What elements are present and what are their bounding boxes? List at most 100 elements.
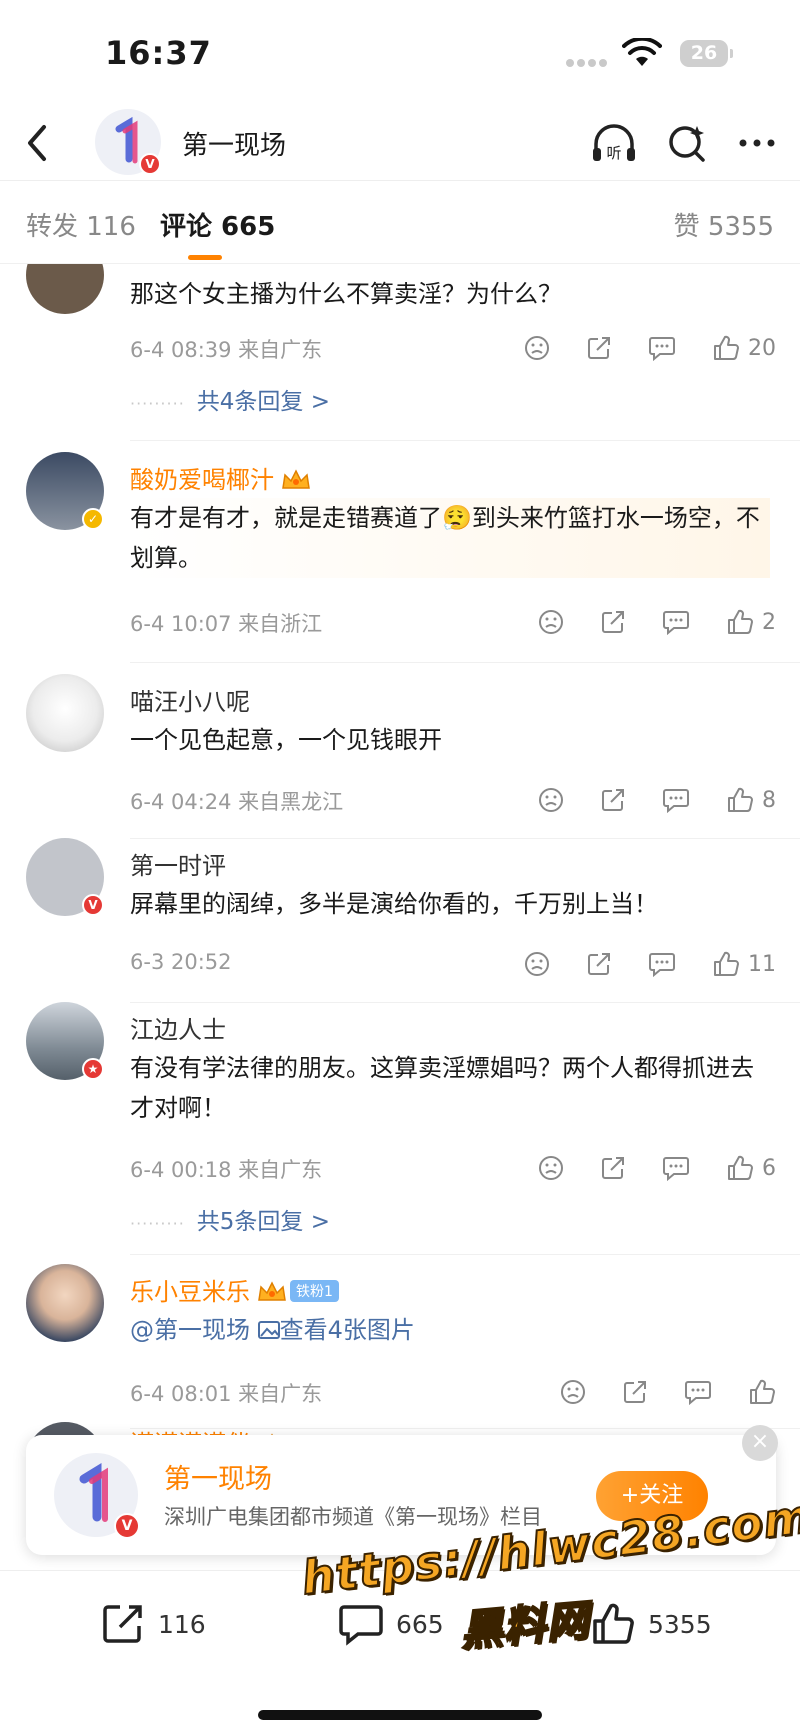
comment-button[interactable]: 665 bbox=[338, 1601, 444, 1647]
account-avatar[interactable]: V bbox=[95, 109, 161, 175]
like-count: 5355 bbox=[648, 1609, 712, 1639]
tab-indicator bbox=[188, 255, 222, 260]
verified-icon: V bbox=[82, 894, 104, 916]
repost-icon bbox=[103, 1605, 142, 1643]
more-icon[interactable] bbox=[736, 122, 778, 164]
search-icon[interactable] bbox=[666, 122, 708, 164]
share-icon bbox=[602, 611, 624, 633]
comment-text: 那这个女主播为什么不算卖淫？为什么？ bbox=[130, 280, 562, 308]
dislike-button[interactable] bbox=[524, 330, 550, 366]
like-button[interactable]: 6 bbox=[726, 1150, 776, 1186]
comment-icon bbox=[339, 1605, 383, 1646]
share-icon bbox=[602, 1157, 624, 1179]
crown-icon bbox=[258, 1281, 286, 1301]
reply-button[interactable] bbox=[662, 782, 690, 818]
home-indicator bbox=[258, 1710, 542, 1720]
banner-title: 第一现场 bbox=[164, 1464, 272, 1495]
thumbs-up-icon bbox=[728, 1155, 753, 1180]
dislike-button[interactable] bbox=[538, 604, 564, 640]
view-replies-link[interactable]: ········· 共4条回复 > bbox=[130, 382, 330, 416]
status-time: 16:37 bbox=[105, 34, 212, 72]
reply-button[interactable] bbox=[648, 946, 676, 982]
like-count: 8 bbox=[762, 787, 776, 813]
tab-repost[interactable]: 转发 116 bbox=[26, 206, 136, 243]
reply-button[interactable] bbox=[648, 330, 676, 366]
share-icon bbox=[624, 1381, 646, 1403]
user-avatar[interactable] bbox=[26, 264, 104, 314]
thumbs-up-icon bbox=[714, 951, 739, 976]
image-icon bbox=[257, 1321, 280, 1339]
dislike-face-icon bbox=[539, 610, 563, 634]
user-avatar[interactable] bbox=[26, 674, 104, 752]
banner-subtitle: 深圳广电集团都市频道《第一现场》栏目 bbox=[164, 1505, 542, 1529]
comment-meta: 6-3 20:52 bbox=[130, 950, 232, 974]
listen-icon[interactable]: 听 bbox=[590, 122, 638, 164]
username[interactable]: 酸奶爱喝椰汁 bbox=[130, 460, 312, 495]
close-banner-button[interactable]: × bbox=[742, 1425, 778, 1461]
user-avatar[interactable] bbox=[26, 1264, 104, 1342]
comment-count: 665 bbox=[396, 1609, 444, 1639]
divider bbox=[130, 1254, 800, 1255]
comment-icon bbox=[649, 337, 675, 361]
tab-comments[interactable]: 评论 665 bbox=[160, 206, 275, 243]
like-button[interactable]: 2 bbox=[726, 604, 776, 640]
reply-button[interactable] bbox=[684, 1374, 712, 1410]
view-replies-link[interactable]: ········· 共5条回复 > bbox=[130, 1202, 330, 1236]
banner-avatar[interactable]: V bbox=[54, 1453, 140, 1539]
share-button[interactable] bbox=[586, 330, 612, 366]
repost-button[interactable]: 116 bbox=[100, 1601, 206, 1647]
like-button[interactable]: 20 bbox=[712, 330, 776, 366]
like-button[interactable]: 8 bbox=[726, 782, 776, 818]
like-count: 11 bbox=[748, 951, 776, 977]
back-icon[interactable] bbox=[18, 119, 58, 167]
username-text: 酸奶爱喝椰汁 bbox=[130, 466, 274, 494]
view-images-link[interactable]: 查看4张图片 bbox=[257, 1316, 415, 1344]
comment-text: 有没有学法律的朋友。这算卖淫嫖娼吗？两个人都得抓进去才对啊！ bbox=[130, 1054, 754, 1122]
verified-icon: V bbox=[139, 153, 161, 175]
comment-text: @第一现场 查看4张图片 bbox=[130, 1310, 770, 1350]
dislike-button[interactable] bbox=[524, 946, 550, 982]
reply-button[interactable] bbox=[662, 604, 690, 640]
divider bbox=[130, 662, 800, 663]
verified-icon: V bbox=[114, 1513, 140, 1539]
mention-link[interactable]: @第一现场 bbox=[130, 1316, 250, 1344]
watermark-text: 黑料网 bbox=[457, 1594, 592, 1656]
view-images-label: 查看4张图片 bbox=[279, 1316, 415, 1344]
username[interactable]: 江边人士 bbox=[130, 1010, 226, 1045]
share-button[interactable] bbox=[622, 1374, 648, 1410]
dislike-button[interactable] bbox=[538, 782, 564, 818]
like-count: 2 bbox=[762, 609, 776, 635]
battery-indicator: 26 bbox=[680, 40, 733, 67]
username[interactable]: 第一时评 bbox=[130, 846, 226, 881]
like-button[interactable]: 5355 bbox=[590, 1601, 712, 1647]
like-count: 20 bbox=[748, 335, 776, 361]
comment-meta: 6-4 08:39 来自广东 bbox=[130, 338, 323, 362]
reply-button[interactable] bbox=[662, 1150, 690, 1186]
dislike-button[interactable] bbox=[538, 1150, 564, 1186]
like-button[interactable] bbox=[748, 1374, 776, 1410]
page-title: 第一现场 bbox=[182, 131, 287, 161]
dislike-button[interactable] bbox=[560, 1374, 586, 1410]
dislike-face-icon bbox=[539, 788, 563, 812]
comment-icon bbox=[663, 789, 689, 813]
like-button[interactable]: 11 bbox=[712, 946, 776, 982]
wifi-icon bbox=[622, 38, 662, 66]
thumbs-up-icon bbox=[728, 609, 753, 634]
username[interactable]: 乐小豆米乐 铁粉1 bbox=[130, 1272, 339, 1307]
username[interactable]: 喵汪小八呢 bbox=[130, 682, 250, 717]
comment-meta: 6-4 08:01 来自广东 bbox=[130, 1382, 323, 1406]
share-button[interactable] bbox=[586, 946, 612, 982]
share-button[interactable] bbox=[600, 604, 626, 640]
thumbs-up-icon bbox=[728, 787, 753, 812]
comment-meta: 6-4 00:18 来自广东 bbox=[130, 1158, 323, 1182]
divider bbox=[130, 838, 800, 839]
thumbs-up-icon bbox=[750, 1379, 775, 1404]
top-navigation: V 第一现场 听 bbox=[0, 105, 800, 181]
share-button[interactable] bbox=[600, 782, 626, 818]
reply-dots: ········· bbox=[130, 394, 185, 413]
tab-likes[interactable]: 赞 5355 bbox=[674, 206, 774, 243]
share-button[interactable] bbox=[600, 1150, 626, 1186]
signal-icon bbox=[566, 52, 610, 67]
share-icon bbox=[588, 953, 610, 975]
dislike-face-icon bbox=[525, 952, 549, 976]
